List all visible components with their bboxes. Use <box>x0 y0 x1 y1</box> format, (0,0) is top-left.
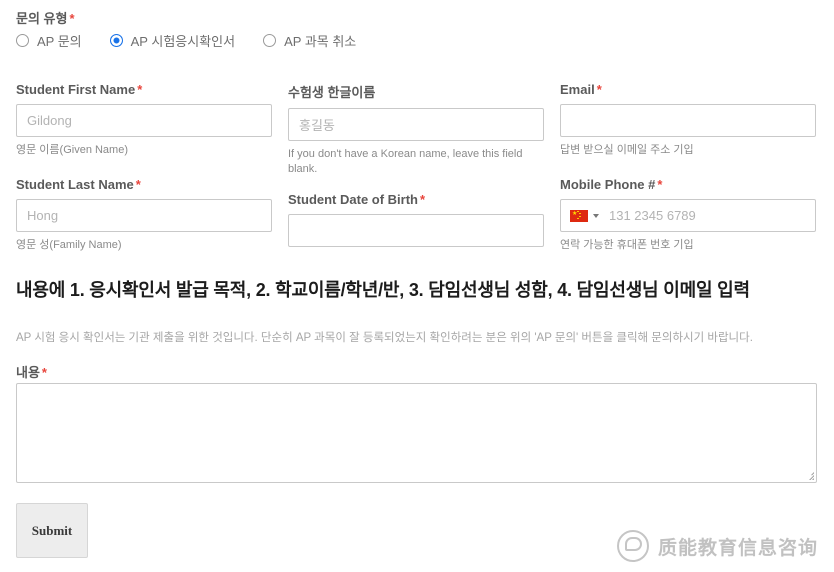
form-page: 문의 유형 * AP 문의 AP 시험응시확인서 AP 과목 취소 Student… <box>0 0 834 572</box>
korean-name-placeholder: 홍길동 <box>299 118 335 133</box>
first-name-input[interactable]: Gildong <box>16 104 272 137</box>
required-asterisk: * <box>41 365 47 380</box>
mobile-label: Mobile Phone # * <box>560 177 816 192</box>
radio-label: AP 과목 취소 <box>284 34 357 49</box>
korean-name-label-text: 수험생 한글이름 <box>288 85 376 100</box>
submit-button[interactable]: Submit <box>16 503 88 558</box>
email-label-text: Email <box>560 82 595 97</box>
resize-handle-icon[interactable] <box>804 470 814 480</box>
inquiry-type-label-text: 문의 유형 <box>16 11 68 26</box>
last-name-helper: 영문 성(Family Name) <box>16 239 122 251</box>
mobile-helper: 연락 가능한 휴대폰 번호 기입 <box>560 239 694 251</box>
watermark-text: 质能教育信息咨询 <box>657 537 818 559</box>
radio-option-ap-inquiry[interactable]: AP 문의 <box>16 31 82 50</box>
korean-name-input[interactable]: 홍길동 <box>288 108 544 141</box>
field-first-name: Student First Name * Gildong 영문 이름(Given … <box>16 82 272 158</box>
mobile-input[interactable]: ★ 131 2345 6789 <box>560 199 816 232</box>
required-asterisk: * <box>596 82 602 97</box>
email-label: Email * <box>560 82 816 97</box>
first-name-label: Student First Name * <box>16 82 272 97</box>
email-input[interactable] <box>560 104 816 137</box>
radio-indicator-selected[interactable] <box>109 34 123 47</box>
first-name-placeholder: Gildong <box>27 113 72 128</box>
instruction-heading: 내용에 1. 응시확인서 발급 목적, 2. 학교이름/학년/반, 3. 담임선… <box>16 280 750 300</box>
radio-label: AP 문의 <box>37 34 82 49</box>
field-email: Email * 답변 받으실 이메일 주소 기입 <box>560 82 816 158</box>
korean-name-label: 수험생 한글이름 <box>288 82 544 101</box>
first-name-label-text: Student First Name <box>16 82 136 97</box>
last-name-placeholder: Hong <box>27 208 59 223</box>
watermark: 质能教育信息咨询 <box>616 530 818 562</box>
mobile-placeholder: 131 2345 6789 <box>609 208 696 223</box>
required-asterisk: * <box>135 177 141 192</box>
content-textarea[interactable] <box>16 383 817 483</box>
inquiry-type-radio-group: AP 문의 AP 시험응시확인서 AP 과목 취소 <box>16 31 384 50</box>
instruction-note: AP 시험 응시 확인서는 기관 제출을 위한 것입니다. 단순히 AP 과목이… <box>16 332 753 344</box>
china-flag-icon: ★ <box>570 209 588 222</box>
last-name-label: Student Last Name * <box>16 177 272 192</box>
field-korean-name: 수험생 한글이름 홍길동 If you don't have a Korean … <box>288 82 544 177</box>
inquiry-type-label: 문의 유형 * <box>16 8 75 27</box>
country-selector[interactable]: ★ <box>561 200 605 231</box>
field-mobile-phone: Mobile Phone # * ★ 131 2345 6789 연락 가능한 휴… <box>560 177 816 253</box>
dob-label-text: Student Date of Birth <box>288 192 418 207</box>
content-label: 내용 * <box>16 362 47 381</box>
required-asterisk: * <box>420 192 426 207</box>
radio-indicator[interactable] <box>263 34 277 47</box>
first-name-helper: 영문 이름(Given Name) <box>16 144 128 156</box>
chevron-down-icon[interactable] <box>593 213 599 218</box>
mobile-label-text: Mobile Phone # <box>560 177 656 192</box>
content-label-text: 내용 <box>16 365 40 380</box>
required-asterisk: * <box>137 82 143 97</box>
dob-input[interactable] <box>288 214 544 247</box>
korean-name-helper: If you don't have a Korean name, leave t… <box>288 148 523 175</box>
radio-label: AP 시험응시확인서 <box>130 34 236 49</box>
field-date-of-birth: Student Date of Birth * <box>288 192 544 247</box>
radio-option-ap-course-cancel[interactable]: AP 과목 취소 <box>263 31 356 50</box>
last-name-input[interactable]: Hong <box>16 199 272 232</box>
speech-bubble-logo-icon <box>616 530 649 562</box>
radio-indicator[interactable] <box>16 34 29 47</box>
required-asterisk: * <box>657 177 663 192</box>
radio-option-ap-exam-confirmation[interactable]: AP 시험응시확인서 <box>109 31 236 50</box>
dob-label: Student Date of Birth * <box>288 192 544 207</box>
field-last-name: Student Last Name * Hong 영문 성(Family Name… <box>16 177 272 253</box>
last-name-label-text: Student Last Name <box>16 177 134 192</box>
email-helper: 답변 받으실 이메일 주소 기입 <box>560 144 694 156</box>
required-asterisk: * <box>69 11 75 26</box>
